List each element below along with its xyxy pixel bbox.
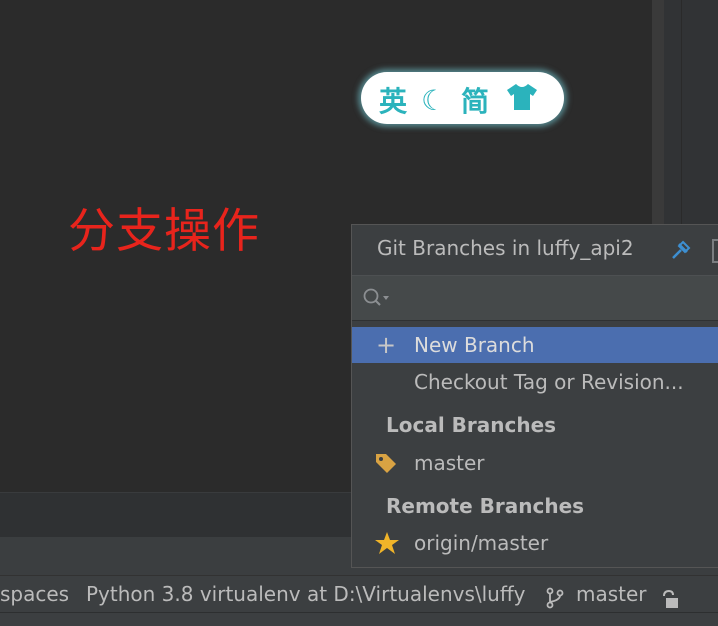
- plus-icon: +: [376, 331, 397, 359]
- branch-icon: [546, 584, 564, 609]
- popup-header: Git Branches in luffy_api2: [352, 225, 718, 275]
- moon-icon[interactable]: ☾: [421, 84, 446, 117]
- remote-branches-heading: Remote Branches: [386, 494, 585, 518]
- branch-search[interactable]: [352, 275, 718, 321]
- english-toggle[interactable]: 英: [379, 80, 407, 120]
- remote-branch-item[interactable]: origin/master: [352, 525, 718, 561]
- shirt-icon[interactable]: [505, 82, 539, 119]
- checkout-tag-label: Checkout Tag or Revision...: [414, 370, 684, 394]
- interpreter-widget[interactable]: Python 3.8 virtualenv at D:\Virtualenvs\…: [86, 576, 525, 613]
- local-branches-heading: Local Branches: [386, 413, 557, 437]
- tag-icon: [374, 452, 398, 474]
- checkout-tag-item[interactable]: Checkout Tag or Revision...: [352, 364, 718, 400]
- indent-widget[interactable]: spaces: [0, 576, 69, 613]
- status-bar: spaces Python 3.8 virtualenv at D:\Virtu…: [0, 575, 718, 613]
- overlay-title: 分支操作: [68, 204, 260, 259]
- remote-branch-label: origin/master: [414, 531, 549, 555]
- search-icon[interactable]: [362, 287, 392, 309]
- new-branch-label: New Branch: [414, 333, 535, 357]
- simplified-toggle[interactable]: 简: [461, 80, 489, 120]
- branch-widget[interactable]: master: [576, 576, 647, 613]
- popup-title: Git Branches in luffy_api2: [377, 236, 634, 260]
- new-branch-item[interactable]: + New Branch: [352, 327, 718, 363]
- search-input[interactable]: [398, 282, 712, 314]
- status-bar-bottom-edge: [0, 612, 718, 626]
- local-branch-label: master: [414, 451, 485, 475]
- git-branches-popup: Git Branches in luffy_api2 + New Branch …: [351, 224, 718, 568]
- restore-icon[interactable]: [712, 239, 718, 263]
- language-theme-pill[interactable]: 英 ☾ 简: [361, 72, 564, 124]
- lock-icon[interactable]: [660, 585, 684, 608]
- star-icon: [374, 531, 400, 555]
- pin-icon[interactable]: [670, 239, 692, 261]
- local-branch-item[interactable]: master: [352, 445, 718, 481]
